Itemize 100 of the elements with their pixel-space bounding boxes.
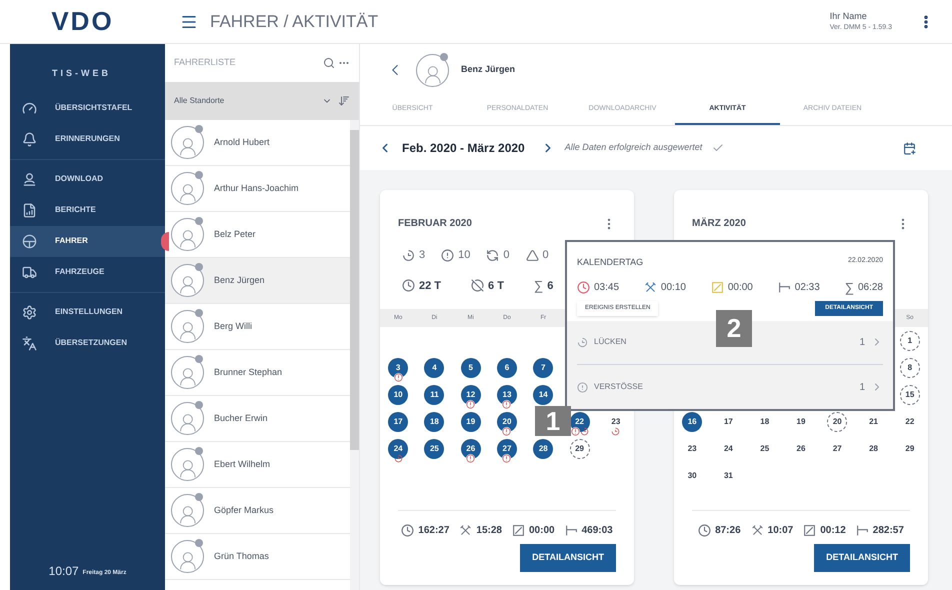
stat-value: 22 T xyxy=(419,278,442,294)
calendar-day[interactable]: 26 xyxy=(790,438,811,458)
calendar-day[interactable]: 8 xyxy=(900,358,920,378)
calendar-day[interactable]: 3 xyxy=(388,358,408,378)
stat-value: 87:26 xyxy=(715,524,741,538)
calendar-day[interactable]: 26 xyxy=(460,438,481,458)
calendar-day[interactable]: 28 xyxy=(533,438,554,458)
stat-value: 06:28 xyxy=(858,280,883,294)
violation-icon xyxy=(466,400,476,409)
calendar-day[interactable]: 23 xyxy=(682,438,702,458)
calendar-day[interactable]: 15 xyxy=(900,384,920,404)
calendar-day[interactable]: 19 xyxy=(790,412,811,432)
section-label[interactable]: LÜCKEN xyxy=(594,336,626,348)
stat-value: 10 xyxy=(458,248,470,263)
nav-item[interactable]: ÜBERSETZUNGEN xyxy=(10,328,165,358)
crossed-tools-icon xyxy=(644,280,657,294)
stat-value: 10:07 xyxy=(768,524,794,538)
sort-icon[interactable] xyxy=(338,95,350,107)
driver-row[interactable]: Benz Jürgen xyxy=(165,258,350,304)
calendar-day[interactable]: 11 xyxy=(424,384,444,404)
calendar-day[interactable]: 10 xyxy=(388,384,408,404)
calendar-day[interactable]: 7 xyxy=(533,358,554,378)
calendar-day[interactable]: 25 xyxy=(754,438,775,458)
alert-circle-icon xyxy=(577,382,588,393)
download-person-icon xyxy=(22,172,37,186)
calendar-day[interactable]: 21 xyxy=(864,412,884,432)
clock-icon xyxy=(402,279,415,292)
steering-wheel-icon xyxy=(22,234,37,248)
stat-value: 3 xyxy=(419,248,426,263)
settings-icon xyxy=(22,304,37,320)
logo: VDO xyxy=(51,5,114,38)
callout-marker: 2 xyxy=(716,310,752,347)
stat-value: 6 xyxy=(547,278,554,294)
user-name: Ihr Name xyxy=(830,10,868,22)
location-filter[interactable]: Alle Standorte xyxy=(165,82,359,120)
calendar-day[interactable]: 24 xyxy=(718,438,738,458)
calendar-day[interactable]: 28 xyxy=(864,438,884,458)
stat-value: 282:57 xyxy=(872,524,904,538)
nav-item[interactable]: FAHRZEUGE xyxy=(10,256,165,288)
status-text: Alle Daten erfolgreich ausgewertet xyxy=(564,141,702,154)
scrollbar[interactable] xyxy=(350,120,359,590)
period-label: Feb. 2020 - März 2020 xyxy=(402,140,525,157)
calendar-day[interactable]: 4 xyxy=(424,358,444,378)
bed-icon xyxy=(778,280,791,294)
calendar-day[interactable]: 17 xyxy=(388,412,408,432)
calendar-day[interactable]: 5 xyxy=(460,358,481,378)
translate-icon xyxy=(22,336,37,350)
nav-item[interactable]: DOWNLOAD xyxy=(10,164,165,194)
stat-value: 00:12 xyxy=(820,524,846,538)
calendar-day[interactable]: 20 xyxy=(827,412,848,432)
calendar-day[interactable]: 23 xyxy=(606,412,626,432)
section-label[interactable]: VERSTÖSSE xyxy=(594,381,643,394)
callout-marker: 1 xyxy=(535,406,571,436)
active-indicator xyxy=(161,232,169,250)
calendar-day[interactable]: 30 xyxy=(682,466,702,486)
calendar-day[interactable]: 24 xyxy=(388,438,408,458)
calendar-day[interactable]: 31 xyxy=(718,466,738,486)
bell-icon xyxy=(22,132,37,146)
calendar-day[interactable]: 6 xyxy=(496,358,517,378)
calendar-day[interactable]: 17 xyxy=(718,412,738,432)
calendar-day[interactable]: 18 xyxy=(754,412,775,432)
nav-item[interactable]: ERINNERUNGEN xyxy=(10,124,165,154)
nav-item[interactable]: ÜBERSICHTSTAFEL xyxy=(10,92,165,124)
triangle-icon xyxy=(526,248,538,262)
calendar-day[interactable]: 29 xyxy=(900,438,920,458)
calendar-day[interactable]: 20 xyxy=(496,412,517,432)
profile-name: Benz Jürgen xyxy=(461,63,516,76)
calendar-day[interactable]: 18 xyxy=(424,412,444,432)
square-diagonal-icon xyxy=(512,524,525,537)
search-icon[interactable] xyxy=(323,57,335,69)
calendar-day[interactable]: 12 xyxy=(460,384,481,404)
gap-icon xyxy=(611,427,620,436)
detail-button[interactable]: DETAILANSICHT xyxy=(814,544,910,572)
nav-item[interactable]: EINSTELLUNGEN xyxy=(10,296,165,328)
gap-icon xyxy=(580,427,589,436)
calendar-add-icon[interactable] xyxy=(903,142,916,154)
nav-item[interactable]: BERICHTE xyxy=(10,194,165,226)
clock-icon xyxy=(577,280,590,294)
calendar-day[interactable]: 14 xyxy=(533,384,554,404)
stat-value: 15:28 xyxy=(476,524,502,538)
gauge-icon xyxy=(22,100,37,116)
calendar-day[interactable]: 19 xyxy=(460,412,481,432)
stat-value: 6 T xyxy=(488,278,504,294)
detail-button[interactable]: DETAILANSICHT xyxy=(520,544,616,572)
calendar-day[interactable]: 25 xyxy=(424,438,444,458)
brand-text: TIS-WEB xyxy=(52,67,112,80)
calendar-day[interactable]: 29 xyxy=(570,438,590,458)
page-title: FAHRER / AKTIVITÄT xyxy=(210,10,378,33)
month-title: FEBRUAR 2020 xyxy=(398,217,472,231)
square-diagonal-icon xyxy=(710,280,724,294)
gap-icon xyxy=(394,454,403,463)
calendar-day[interactable]: 13 xyxy=(496,384,517,404)
calendar-day[interactable]: 27 xyxy=(827,438,848,458)
calendar-day[interactable]: 22 xyxy=(900,412,920,432)
stat-value: 00:00 xyxy=(529,524,555,538)
calendar-day[interactable]: 27 xyxy=(496,438,517,458)
calendar-day[interactable]: 1 xyxy=(900,330,920,350)
calendar-day[interactable]: 16 xyxy=(682,412,702,432)
refresh-icon xyxy=(486,248,500,262)
clock-icon xyxy=(698,524,712,537)
